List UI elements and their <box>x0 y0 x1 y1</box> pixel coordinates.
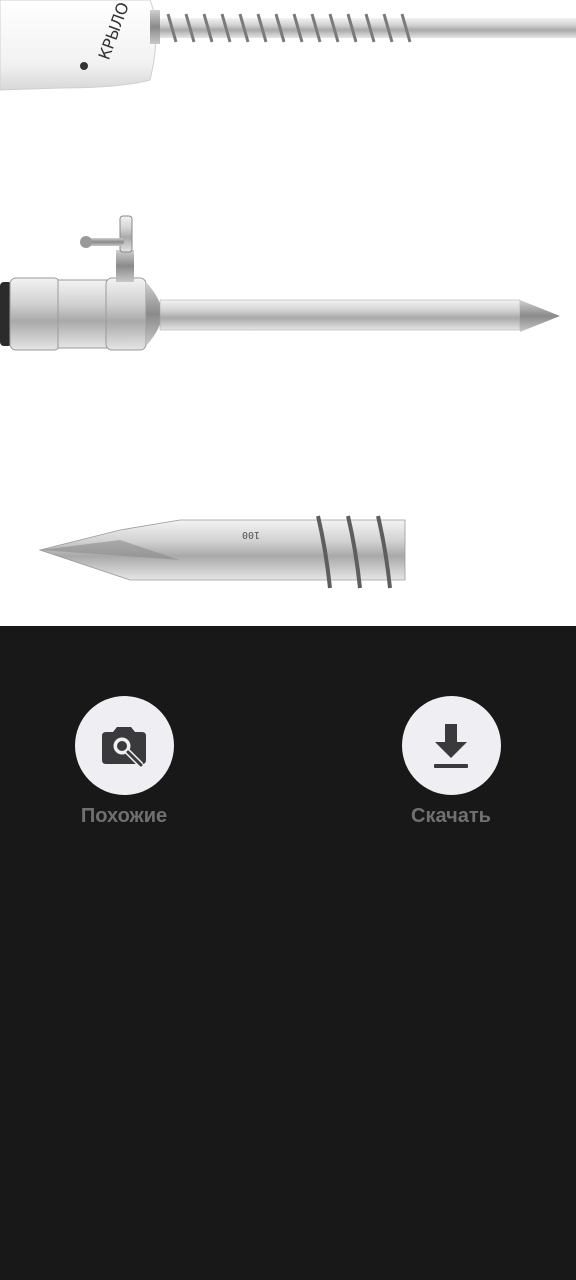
camera-search-icon <box>102 726 146 767</box>
action-panel: Похожие Скачать <box>0 626 576 1280</box>
bottom-instrument: 100 <box>38 515 406 589</box>
download-button-circle[interactable] <box>401 696 501 795</box>
similar-button[interactable]: Похожие <box>54 696 194 827</box>
product-image[interactable]: КРЫЛО 100 <box>0 0 576 626</box>
download-label: Скачать <box>411 805 491 827</box>
size-mark: 100 <box>242 529 260 540</box>
similar-button-circle[interactable] <box>74 696 174 795</box>
similar-label: Похожие <box>80 805 168 827</box>
middle-instrument <box>0 215 560 351</box>
trocar-instruments-illustration: КРЫЛО 100 <box>0 0 576 589</box>
download-icon <box>434 723 468 768</box>
download-button[interactable]: Скачать <box>381 696 521 827</box>
top-instrument: КРЫЛО <box>0 0 576 91</box>
